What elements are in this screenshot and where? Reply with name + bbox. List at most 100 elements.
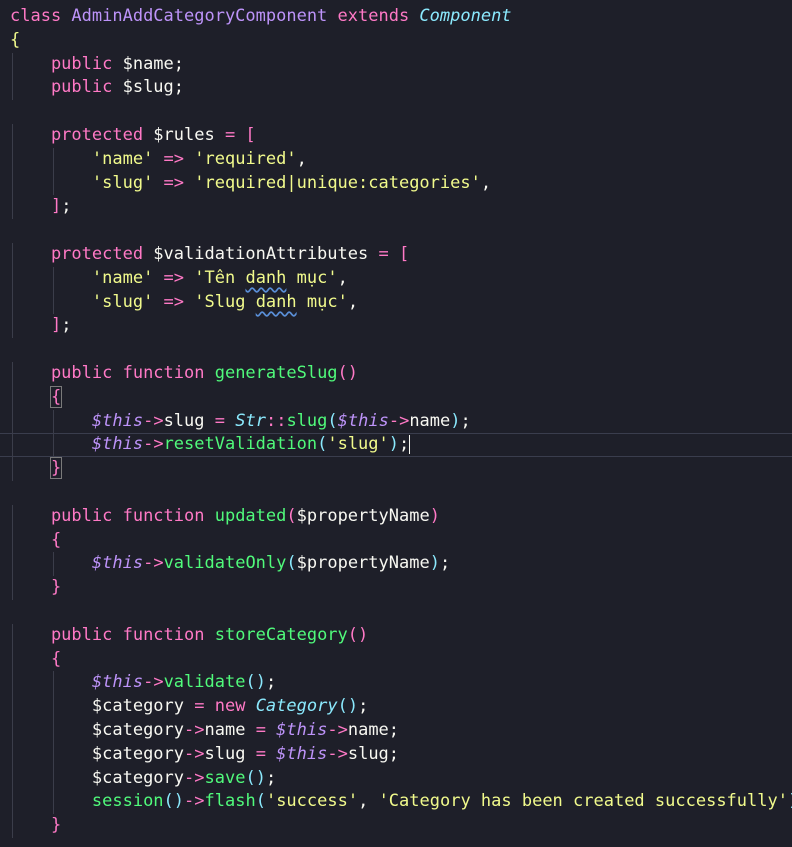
code-line[interactable]: $category->slug = $this->slug; bbox=[0, 742, 792, 767]
code-line[interactable]: public function generateSlug() bbox=[0, 362, 792, 386]
code-token: new bbox=[214, 696, 256, 717]
code-token: ( bbox=[286, 553, 297, 574]
code-token: ( bbox=[327, 410, 338, 431]
code-line[interactable]: } bbox=[0, 457, 792, 481]
code-line[interactable]: $category->save(); bbox=[0, 766, 792, 791]
code-token: } bbox=[10, 577, 62, 598]
code-token: storeCategory bbox=[214, 624, 348, 645]
code-token: ; bbox=[388, 720, 400, 740]
code-line-text: $category->name = $this->name; bbox=[10, 719, 399, 743]
code-token: = bbox=[255, 743, 277, 764]
code-line[interactable]: { bbox=[0, 528, 792, 553]
code-token: danh bbox=[245, 267, 287, 288]
code-line[interactable]: } bbox=[0, 814, 792, 838]
code-line-text: 'slug' => 'required|unique:categories', bbox=[10, 172, 491, 196]
code-token: => bbox=[153, 148, 195, 169]
code-line[interactable]: 'slug' => 'required|unique:categories', bbox=[0, 171, 792, 196]
code-token: => bbox=[153, 291, 195, 312]
code-token: -> bbox=[143, 434, 164, 455]
code-token: } bbox=[49, 457, 63, 480]
code-token: -> bbox=[184, 767, 205, 788]
code-line-text: $category = new Category(); bbox=[10, 695, 368, 719]
code-line[interactable]: public $name; bbox=[0, 52, 792, 77]
code-line[interactable]: ]; bbox=[0, 314, 792, 339]
code-line[interactable]: { bbox=[0, 29, 792, 53]
code-token: -> bbox=[184, 791, 205, 812]
code-line[interactable]: $this->resetValidation('slug'); bbox=[0, 433, 792, 458]
code-line[interactable]: $category = new Category(); bbox=[0, 695, 792, 719]
code-token: ( bbox=[317, 434, 328, 455]
code-line[interactable]: $category->name = $this->name; bbox=[0, 719, 792, 743]
code-editor[interactable]: class AdminAddCategoryComponent extends … bbox=[0, 0, 792, 847]
code-line-text: $this->validateOnly($propertyName); bbox=[10, 552, 450, 576]
code-token: { bbox=[10, 29, 21, 50]
code-token: = [ bbox=[224, 125, 256, 145]
code-token: $category bbox=[91, 720, 185, 740]
code-line[interactable]: { bbox=[0, 647, 792, 672]
code-token: ( bbox=[286, 505, 297, 526]
code-line[interactable] bbox=[0, 600, 792, 624]
code-token: () bbox=[245, 767, 266, 788]
code-token: ; bbox=[265, 767, 277, 788]
code-token: { bbox=[10, 648, 62, 669]
code-token: 'required' bbox=[194, 148, 297, 169]
code-line[interactable]: public $slug; bbox=[0, 76, 792, 101]
code-token: ; bbox=[265, 672, 277, 693]
code-token: $name; bbox=[122, 53, 185, 74]
code-token: protected bbox=[10, 244, 154, 264]
code-token: = bbox=[214, 410, 236, 431]
code-line[interactable] bbox=[0, 219, 792, 243]
code-token: function bbox=[122, 363, 215, 383]
code-token: $validationAttributes bbox=[153, 244, 379, 264]
code-token: ) bbox=[450, 410, 461, 431]
code-line[interactable]: 'name' => 'required', bbox=[0, 147, 792, 172]
code-token: session bbox=[91, 791, 164, 812]
code-line[interactable]: 'slug' => 'Slug danh mục', bbox=[0, 290, 792, 315]
code-token: -> bbox=[184, 743, 205, 764]
code-line-text: public $slug; bbox=[10, 76, 184, 100]
code-line-text: class AdminAddCategoryComponent extends … bbox=[10, 5, 512, 29]
code-token: validate bbox=[163, 672, 246, 693]
code-line-text: $this->slug = Str::slug($this->name); bbox=[10, 410, 471, 434]
code-line-text: { bbox=[10, 29, 20, 53]
code-line[interactable]: $this->validateOnly($propertyName); bbox=[0, 552, 792, 577]
code-line[interactable]: $this->validate(); bbox=[0, 671, 792, 696]
code-token: public bbox=[10, 624, 123, 645]
code-line-text: { bbox=[10, 648, 61, 672]
code-line[interactable]: 'name' => 'Tên danh mục', bbox=[0, 266, 792, 291]
code-token: -> bbox=[327, 743, 348, 764]
code-line[interactable]: $this->slug = Str::slug($this->name); bbox=[0, 409, 792, 434]
code-line-text: 'name' => 'required', bbox=[10, 148, 307, 172]
code-line[interactable] bbox=[0, 481, 792, 505]
code-line[interactable]: class AdminAddCategoryComponent extends … bbox=[0, 5, 792, 29]
code-token: = bbox=[194, 696, 215, 717]
code-token: 'slug' bbox=[327, 434, 389, 455]
code-token: protected bbox=[10, 125, 154, 145]
code-line[interactable]: ]; bbox=[0, 195, 792, 220]
code-line[interactable]: protected $rules = [ bbox=[0, 124, 792, 148]
code-token: () bbox=[337, 363, 359, 383]
code-token: public bbox=[10, 505, 123, 526]
code-line[interactable] bbox=[0, 100, 792, 124]
code-token: ; bbox=[61, 315, 72, 336]
code-token: Str bbox=[235, 410, 266, 431]
code-line[interactable]: public function updated($propertyName) bbox=[0, 504, 792, 529]
code-token: -> bbox=[143, 672, 164, 693]
code-token: slug bbox=[347, 743, 389, 764]
code-line[interactable]: protected $validationAttributes = [ bbox=[0, 243, 792, 267]
code-line[interactable]: } bbox=[0, 576, 792, 600]
code-token: ] bbox=[10, 315, 62, 336]
code-line[interactable]: public function storeCategory() bbox=[0, 623, 792, 648]
code-line-text: protected $rules = [ bbox=[10, 124, 256, 148]
code-token: -> bbox=[143, 553, 164, 574]
code-line[interactable] bbox=[0, 338, 792, 362]
code-line[interactable]: { bbox=[0, 385, 792, 410]
code-line[interactable]: session()->flash('success', 'Category ha… bbox=[0, 790, 792, 815]
